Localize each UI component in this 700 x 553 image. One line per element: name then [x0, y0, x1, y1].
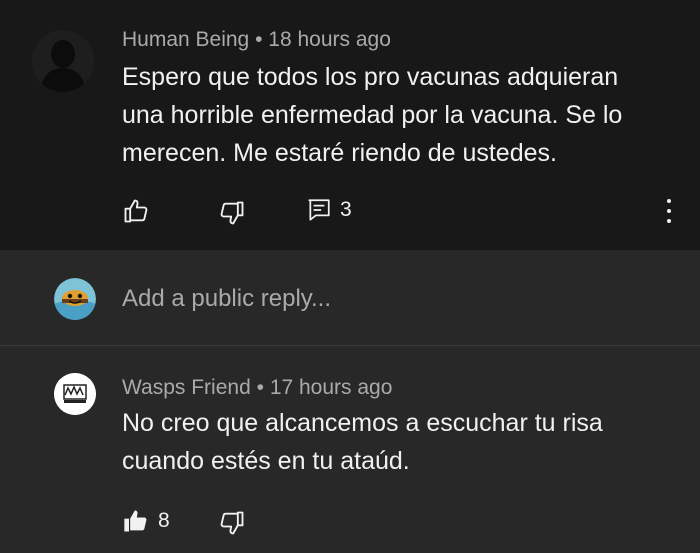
reply-meta: Wasps Friend • 17 hours ago: [122, 376, 392, 400]
user-avatar-icon: [54, 278, 96, 320]
comment-text-line: una horrible enfermedad por la vacuna. S…: [122, 101, 623, 129]
replies-icon: [308, 199, 330, 221]
like-count: 8: [158, 509, 170, 532]
reply-like-button[interactable]: 8: [122, 507, 170, 535]
comment-time[interactable]: 18 hours ago: [268, 28, 391, 51]
dislike-button[interactable]: [218, 199, 246, 227]
reply-text-line: No creo que alcancemos a escuchar tu ris…: [122, 409, 603, 437]
meta-separator: •: [255, 28, 263, 51]
reply-time[interactable]: 17 hours ago: [270, 376, 393, 399]
dislike-icon: [220, 201, 244, 225]
like-filled-icon: [124, 510, 147, 532]
like-icon: [124, 199, 148, 223]
reply-dislike-button[interactable]: [218, 509, 246, 537]
reply-count: 3: [340, 198, 352, 221]
reply-text: No creo que alcancemos a escuchar tu ris…: [122, 404, 682, 480]
reply-input-placeholder: Add a public reply...: [122, 285, 332, 312]
comment-author[interactable]: Human Being: [122, 28, 249, 51]
comment-meta: Human Being • 18 hours ago: [122, 28, 391, 52]
more-vert-icon[interactable]: [658, 197, 680, 225]
comment-text: Espero que todos los pro vacunas adquier…: [122, 58, 682, 172]
dislike-icon: [220, 511, 244, 535]
reply-author[interactable]: Wasps Friend: [122, 376, 251, 399]
reply-input[interactable]: Add a public reply...: [122, 282, 662, 316]
like-button[interactable]: [122, 197, 150, 225]
reply-avatar[interactable]: [54, 373, 96, 415]
meta-separator: •: [256, 376, 264, 399]
default-avatar-icon[interactable]: [32, 30, 94, 92]
comment-text-line: merecen. Me estaré riendo de ustedes.: [122, 139, 557, 167]
replies-button[interactable]: 3: [306, 197, 352, 223]
comment-text-line: Espero que todos los pro vacunas adquier…: [122, 63, 619, 91]
reply-text-line: cuando estés en tu ataúd.: [122, 447, 410, 475]
